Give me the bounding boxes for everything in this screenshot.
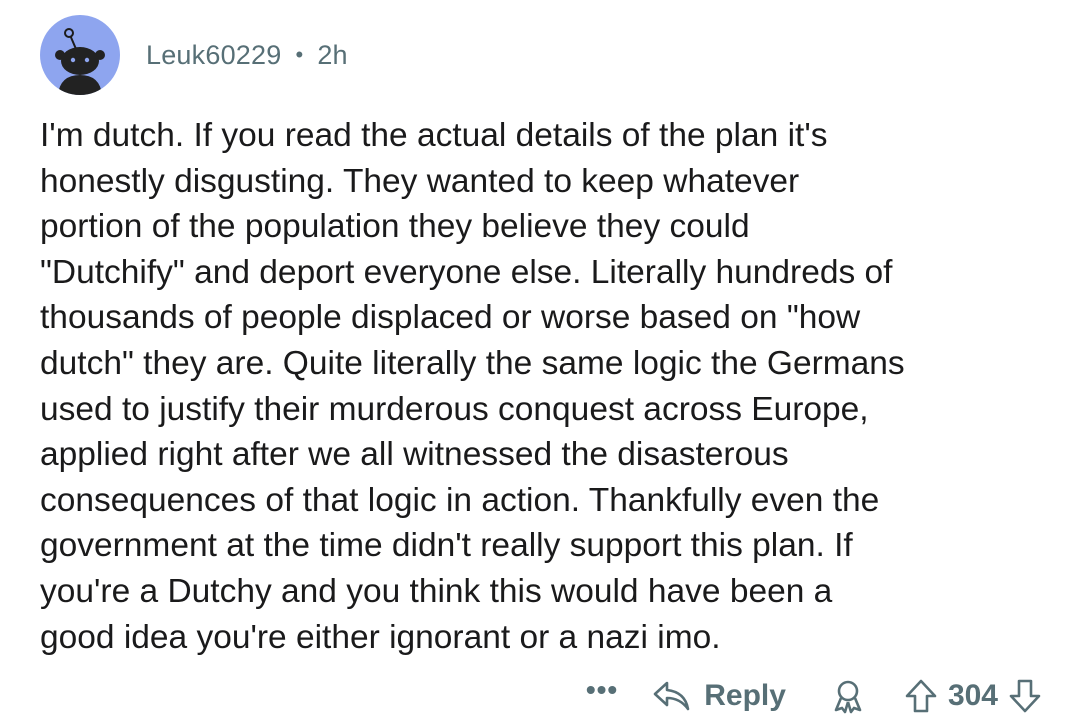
author-name[interactable]: Leuk60229 [146,40,281,71]
comment-card: Leuk60229 • 2h I'm dutch. If you read th… [0,0,1080,725]
vote-score: 304 [947,679,998,712]
upvote-arrow-icon [905,679,937,713]
upvote-button[interactable] [904,678,938,714]
comment-header: Leuk60229 • 2h [40,15,348,95]
more-options-button[interactable]: ••• [586,676,618,704]
reddit-snoo-avatar-icon [55,28,105,95]
downvote-arrow-icon [1009,679,1041,713]
reply-arrow-icon [653,681,690,711]
vote-controls: 304 [904,678,1042,714]
comment-meta: Leuk60229 • 2h [146,40,348,71]
downvote-button[interactable] [1008,678,1042,714]
award-button[interactable] [830,678,866,714]
meta-separator: • [295,42,304,67]
comment-actions: ••• Reply 304 [586,671,1042,721]
avatar[interactable] [40,15,120,95]
comment-body: I'm dutch. If you read the actual detail… [40,117,905,656]
reply-button[interactable]: Reply [652,679,786,713]
award-icon [834,680,862,714]
reply-label: Reply [704,679,786,712]
timestamp: 2h [317,39,348,70]
